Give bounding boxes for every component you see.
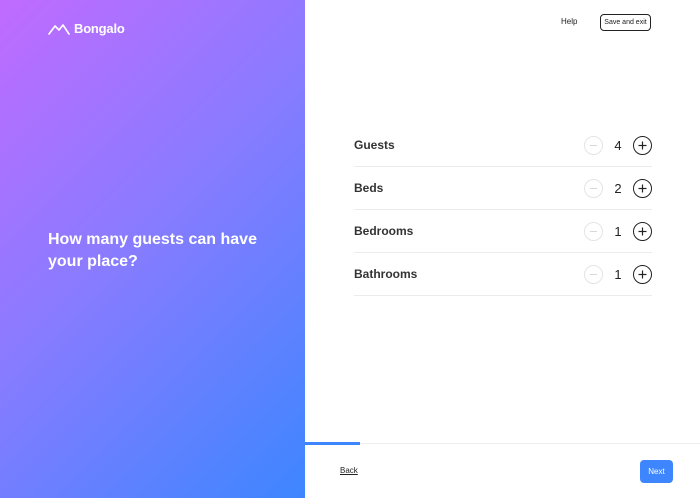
- save-and-exit-button[interactable]: Save and exit: [600, 14, 651, 31]
- help-link[interactable]: Help: [561, 16, 577, 28]
- hero-panel: Bongalo How many guests can have your pl…: [0, 0, 305, 498]
- form-panel: Help Save and exit Guests 4 Beds 2 Bedro…: [305, 0, 700, 498]
- counter-value: 1: [614, 266, 622, 282]
- counter-label: Bathrooms: [354, 267, 418, 281]
- back-link[interactable]: Back: [340, 466, 358, 475]
- brand-name: Bongalo: [74, 21, 125, 36]
- decrement-button[interactable]: [584, 178, 603, 198]
- plus-icon: [638, 141, 647, 150]
- counter-row-guests: Guests 4: [354, 124, 652, 167]
- minus-icon: [589, 141, 598, 150]
- increment-button[interactable]: [633, 135, 652, 155]
- increment-button[interactable]: [633, 221, 652, 241]
- counter-label: Beds: [354, 181, 384, 195]
- bedrooms-stepper: 1: [584, 221, 652, 241]
- counter-list: Guests 4 Beds 2 Bedrooms 1 Bathrooms 1: [354, 124, 652, 296]
- counter-value: 2: [614, 180, 622, 196]
- decrement-button[interactable]: [584, 135, 603, 155]
- beds-stepper: 2: [584, 178, 652, 198]
- counter-row-beds: Beds 2: [354, 167, 652, 210]
- progress-bar: [305, 442, 361, 445]
- increment-button[interactable]: [633, 264, 652, 284]
- counter-row-bathrooms: Bathrooms 1: [354, 253, 652, 296]
- counter-label: Guests: [354, 138, 395, 152]
- minus-icon: [589, 227, 598, 236]
- footer-divider: [305, 443, 700, 444]
- increment-button[interactable]: [633, 178, 652, 198]
- counter-value: 4: [614, 137, 622, 153]
- bathrooms-stepper: 1: [584, 264, 652, 284]
- plus-icon: [638, 270, 647, 279]
- house-outline-icon: [48, 23, 70, 35]
- plus-icon: [638, 184, 647, 193]
- counter-row-bedrooms: Bedrooms 1: [354, 210, 652, 253]
- brand-logo[interactable]: Bongalo: [48, 21, 125, 36]
- decrement-button[interactable]: [584, 264, 603, 284]
- guests-stepper: 4: [584, 135, 652, 155]
- counter-value: 1: [614, 223, 622, 239]
- minus-icon: [589, 184, 598, 193]
- counter-label: Bedrooms: [354, 224, 414, 238]
- decrement-button[interactable]: [584, 221, 603, 241]
- plus-icon: [638, 227, 647, 236]
- minus-icon: [589, 270, 598, 279]
- next-button[interactable]: Next: [640, 460, 673, 483]
- page-headline: How many guests can have your place?: [48, 231, 257, 270]
